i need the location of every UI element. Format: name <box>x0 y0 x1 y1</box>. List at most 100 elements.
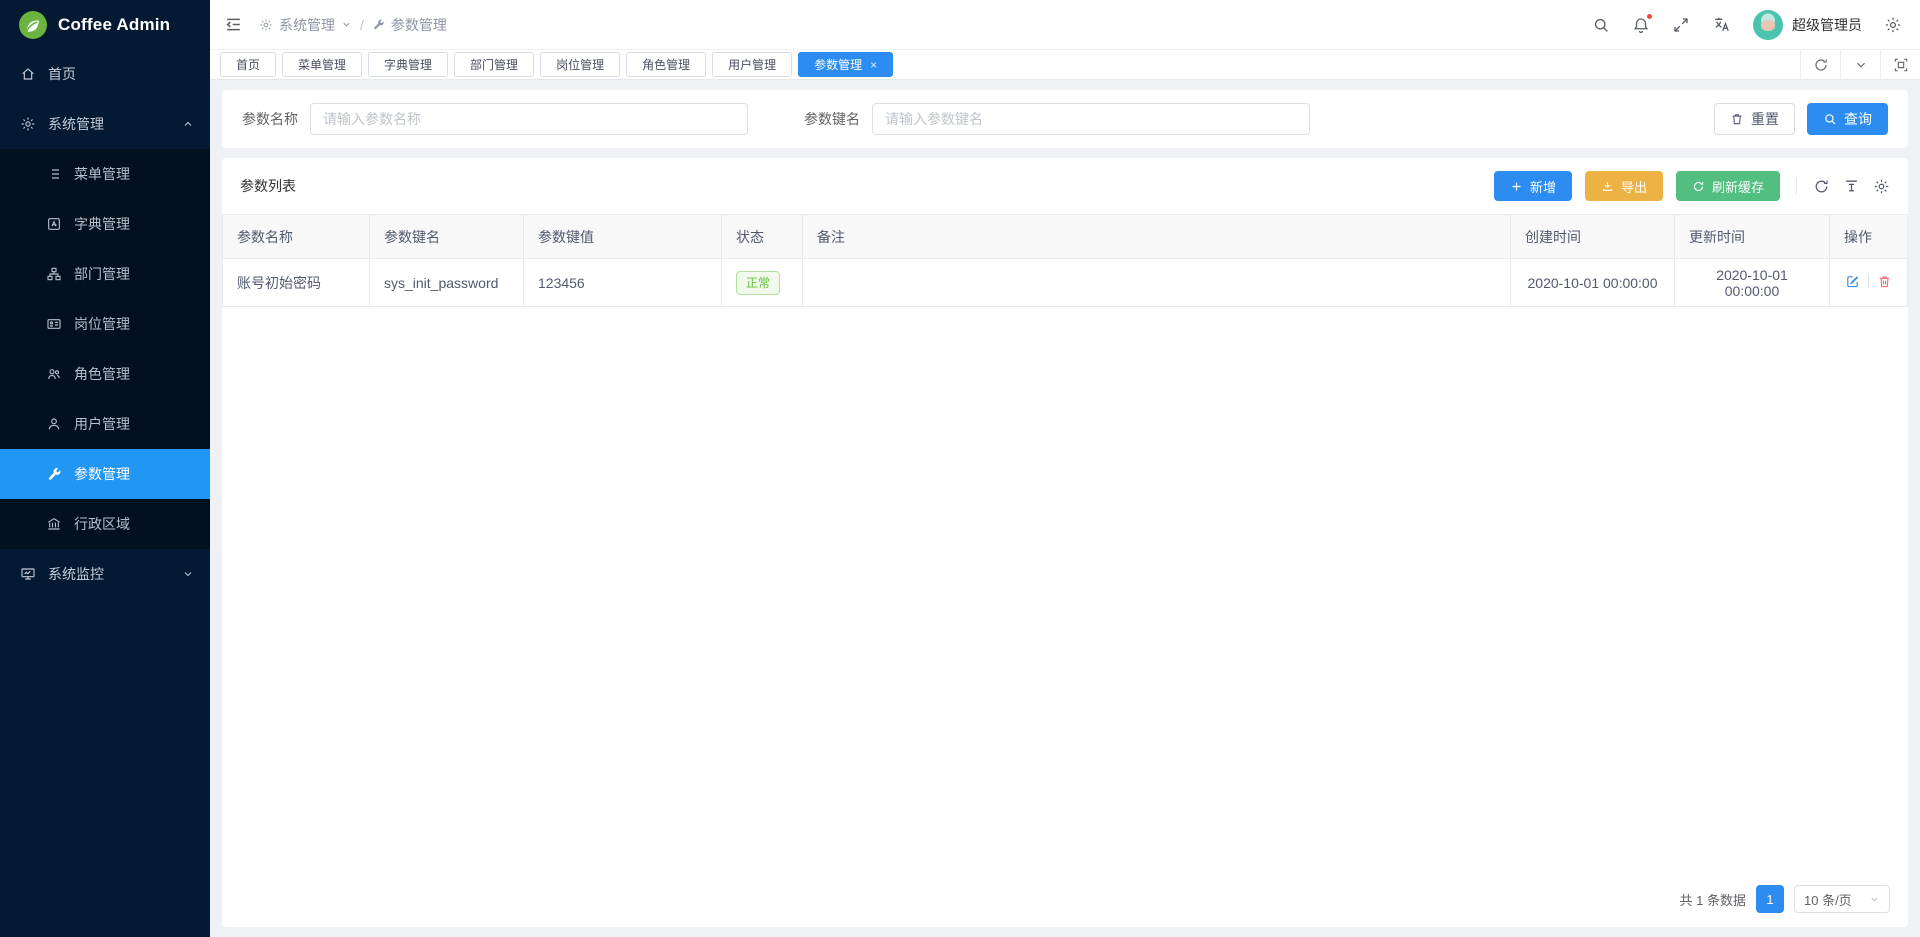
export-button[interactable]: 导出 <box>1585 171 1663 201</box>
list-icon <box>46 166 62 182</box>
close-icon[interactable]: × <box>870 59 877 71</box>
refresh-icon <box>1692 180 1705 193</box>
chevron-down-icon[interactable] <box>1840 50 1880 79</box>
breadcrumb-item-system[interactable]: 系统管理 <box>259 15 352 35</box>
tabbar-controls <box>1800 50 1920 79</box>
sidebar-item-admin-region[interactable]: 行政区域 <box>0 499 210 549</box>
action-divider <box>1868 274 1869 288</box>
sidebar-item-label: 菜单管理 <box>74 164 130 184</box>
notification-bell-icon[interactable] <box>1632 16 1650 34</box>
toolbar-divider <box>1796 177 1797 195</box>
user-menu[interactable]: 超级管理员 <box>1753 10 1862 40</box>
maximize-icon[interactable] <box>1880 50 1920 79</box>
tab-post-mgmt[interactable]: 岗位管理 <box>540 52 620 77</box>
pagination: 共 1 条数据 1 10 条/页 <box>222 873 1908 927</box>
plus-icon <box>1510 180 1523 193</box>
bank-icon <box>46 516 62 532</box>
tab-role-mgmt[interactable]: 角色管理 <box>626 52 706 77</box>
id-card-icon <box>46 316 62 332</box>
translate-icon[interactable] <box>1712 15 1731 34</box>
cell-remark <box>803 259 1511 307</box>
sidebar-item-label: 行政区域 <box>74 514 130 534</box>
tab-label: 菜单管理 <box>298 56 346 73</box>
sidebar-item-post-mgmt[interactable]: 岗位管理 <box>0 299 210 349</box>
main-area: 系统管理 / 参数管理 <box>210 0 1920 937</box>
app-title: Coffee Admin <box>58 15 170 35</box>
sidebar-collapse-icon[interactable] <box>224 15 243 34</box>
notification-badge <box>1646 13 1653 20</box>
app-logo[interactable]: Coffee Admin <box>0 0 210 49</box>
tab-label: 用户管理 <box>728 56 776 73</box>
header-actions: 超级管理员 <box>1592 10 1902 40</box>
breadcrumb-item-params[interactable]: 参数管理 <box>372 15 447 35</box>
reset-label: 重置 <box>1751 109 1779 129</box>
sidebar-item-system-monitor[interactable]: 系统监控 <box>0 549 210 599</box>
tab-param-mgmt[interactable]: 参数管理 × <box>798 52 893 77</box>
delete-icon[interactable] <box>1877 274 1892 289</box>
sidebar-item-system-mgmt[interactable]: 系统管理 <box>0 99 210 149</box>
search-icon <box>1823 112 1837 126</box>
col-header-remark: 备注 <box>803 215 1511 259</box>
top-header: 系统管理 / 参数管理 <box>210 0 1920 49</box>
tab-label: 参数管理 <box>814 56 862 73</box>
edit-icon[interactable] <box>1845 274 1860 289</box>
sidebar-item-role-mgmt[interactable]: 角色管理 <box>0 349 210 399</box>
add-button[interactable]: 新增 <box>1494 171 1572 201</box>
params-table: 参数名称 参数键名 参数键值 状态 备注 创建时间 更新时间 操作 账号初始密码… <box>222 214 1908 307</box>
param-key-input[interactable] <box>872 103 1310 135</box>
sidebar-submenu-system: 菜单管理 字典管理 部门管理 岗位管理 角色管理 <box>0 149 210 549</box>
query-button[interactable]: 查询 <box>1807 103 1888 135</box>
sidebar-item-menu-mgmt[interactable]: 菜单管理 <box>0 149 210 199</box>
sidebar-item-label: 字典管理 <box>74 214 130 234</box>
card-toolbar: 新增 导出 刷新缓存 <box>1494 171 1890 201</box>
sidebar-item-label: 参数管理 <box>74 464 130 484</box>
cell-param-value: 123456 <box>524 259 722 307</box>
cell-created: 2020-10-01 00:00:00 <box>1511 259 1675 307</box>
breadcrumb: 系统管理 / 参数管理 <box>259 15 447 35</box>
cell-status: 正常 <box>722 259 803 307</box>
page-button-1[interactable]: 1 <box>1756 885 1784 913</box>
chevron-down-icon <box>1869 894 1880 905</box>
page-size-select[interactable]: 10 条/页 <box>1794 885 1890 913</box>
gear-icon <box>259 18 273 32</box>
sidebar-item-dept-mgmt[interactable]: 部门管理 <box>0 249 210 299</box>
avatar <box>1753 10 1783 40</box>
sidebar-item-label: 首页 <box>48 64 194 84</box>
refresh-icon[interactable] <box>1813 178 1830 195</box>
org-tree-icon <box>46 266 62 282</box>
tab-dept-mgmt[interactable]: 部门管理 <box>454 52 534 77</box>
status-badge: 正常 <box>736 271 780 295</box>
tab-home[interactable]: 首页 <box>220 52 276 77</box>
breadcrumb-separator: / <box>360 17 364 33</box>
sidebar-item-home[interactable]: 首页 <box>0 49 210 99</box>
home-icon <box>20 66 36 82</box>
user-icon <box>46 416 62 432</box>
col-header-param-name: 参数名称 <box>223 215 370 259</box>
fullscreen-icon[interactable] <box>1672 16 1690 34</box>
sidebar-item-label: 系统监控 <box>48 564 170 584</box>
sidebar-item-label: 部门管理 <box>74 264 130 284</box>
export-label: 导出 <box>1621 177 1647 196</box>
wrench-icon <box>46 466 62 482</box>
sidebar-item-user-mgmt[interactable]: 用户管理 <box>0 399 210 449</box>
refresh-icon[interactable] <box>1800 50 1840 79</box>
add-label: 新增 <box>1530 177 1556 196</box>
row-height-icon[interactable] <box>1843 178 1860 195</box>
param-name-input[interactable] <box>310 103 748 135</box>
sidebar: Coffee Admin 首页 系统管理 菜单管理 字典管理 <box>0 0 210 937</box>
sidebar-item-param-mgmt[interactable]: 参数管理 <box>0 449 210 499</box>
column-settings-gear-icon[interactable] <box>1873 178 1890 195</box>
settings-gear-icon[interactable] <box>1884 16 1902 34</box>
tab-dict-mgmt[interactable]: 字典管理 <box>368 52 448 77</box>
sidebar-item-label: 用户管理 <box>74 414 130 434</box>
col-header-param-value: 参数键值 <box>524 215 722 259</box>
col-header-status: 状态 <box>722 215 803 259</box>
reset-button[interactable]: 重置 <box>1714 103 1795 135</box>
tab-user-mgmt[interactable]: 用户管理 <box>712 52 792 77</box>
search-icon[interactable] <box>1592 16 1610 34</box>
sidebar-item-label: 系统管理 <box>48 114 170 134</box>
tab-menu-mgmt[interactable]: 菜单管理 <box>282 52 362 77</box>
sidebar-item-dict-mgmt[interactable]: 字典管理 <box>0 199 210 249</box>
refresh-cache-button[interactable]: 刷新缓存 <box>1676 171 1780 201</box>
tab-label: 首页 <box>236 56 260 73</box>
